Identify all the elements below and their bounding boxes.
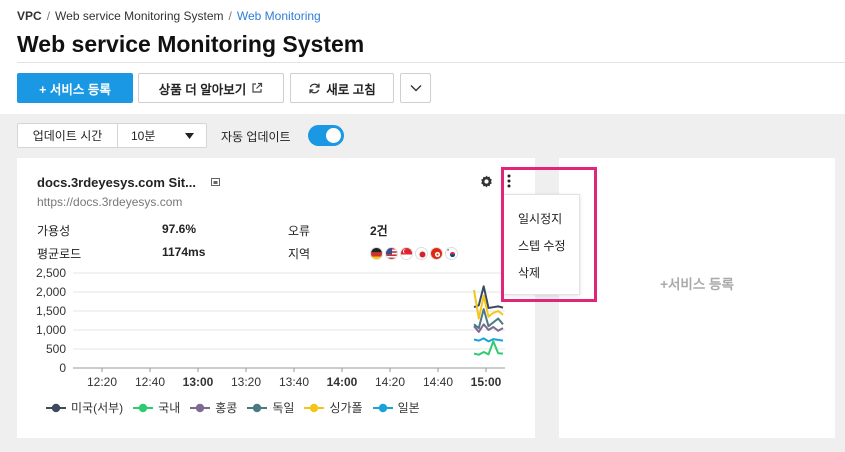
chart-legend: 미국(서부) 국내 홍콩 독일 싱가폴 일본 <box>46 399 430 416</box>
hong-kong-flag <box>430 247 443 260</box>
refresh-label: 새로 고침 <box>326 82 376 97</box>
y-tick-label: 500 <box>46 342 66 356</box>
x-tick-label: 13:00 <box>183 375 214 389</box>
learn-more-button[interactable]: 상품 더 알아보기 <box>138 73 284 103</box>
singapore-flag <box>400 247 413 260</box>
breadcrumb-current[interactable]: Web Monitoring <box>237 9 321 23</box>
response-time-chart: 0 500 1,000 1,500 2,000 2,500 12:20 12:40 13:00 1… <box>36 266 505 389</box>
divider <box>17 62 845 63</box>
external-link-icon <box>252 82 263 93</box>
card-url: https://docs.3rdeyesys.com <box>37 195 183 209</box>
auto-update-label: 자동 업데이트 <box>221 130 291 144</box>
x-tick-label: 12:40 <box>135 375 165 389</box>
legend-marker-icon <box>190 403 211 412</box>
legend-label: 홍콩 <box>215 401 238 415</box>
legend-item[interactable]: 미국(서부) <box>46 399 123 416</box>
region-flags <box>370 247 458 260</box>
series-line <box>473 340 504 356</box>
x-tick-label: 13:40 <box>279 375 309 389</box>
legend-item[interactable]: 일본 <box>372 399 420 416</box>
caret-down-icon <box>185 132 194 139</box>
auto-update-toggle[interactable] <box>308 125 344 146</box>
update-interval-select[interactable]: 10분 <box>118 124 206 147</box>
y-tick-label: 2,000 <box>36 285 66 299</box>
legend-marker-icon <box>133 403 154 412</box>
breadcrumb-separator: / <box>46 9 51 23</box>
x-tick-label: 14:00 <box>327 375 358 389</box>
legend-item[interactable]: 국내 <box>133 399 180 416</box>
y-tick-label: 1,500 <box>36 304 66 318</box>
breadcrumb-separator: / <box>228 9 232 23</box>
toggle-knob <box>326 128 341 143</box>
legend-marker-icon <box>46 403 66 412</box>
update-interval-label: 업데이트 시간 <box>18 124 118 147</box>
legend-label: 미국(서부) <box>71 401 124 415</box>
open-window-icon[interactable] <box>210 177 221 187</box>
y-tick-label: 0 <box>59 361 66 375</box>
legend-item[interactable]: 싱가폴 <box>304 399 363 416</box>
errors-value: 2건 <box>370 224 388 238</box>
legend-label: 일본 <box>397 401 420 415</box>
legend-item[interactable]: 독일 <box>247 399 294 416</box>
legend-marker-icon <box>247 403 268 412</box>
legend-label: 국내 <box>158 401 181 415</box>
series-line <box>473 337 504 343</box>
chevron-down-icon <box>410 85 421 92</box>
legend-label: 싱가폴 <box>329 401 363 415</box>
learn-more-label: 상품 더 알아보기 <box>158 82 247 97</box>
series-line <box>473 285 504 309</box>
avg-load-label: 평균로드 <box>37 247 82 261</box>
x-tick-label: 15:00 <box>471 375 502 389</box>
register-service-button[interactable]: + 서비스 등록 <box>17 73 133 103</box>
usa-flag <box>385 247 398 260</box>
x-tick-label: 12:20 <box>87 375 117 389</box>
region-label: 지역 <box>288 247 311 261</box>
legend-label: 독일 <box>272 401 295 415</box>
gear-icon[interactable] <box>480 175 493 188</box>
register-service-label: + 서비스 등록 <box>39 82 111 97</box>
x-tick-label: 14:20 <box>375 375 405 389</box>
more-actions-dropdown[interactable] <box>400 73 431 103</box>
breadcrumb-root[interactable]: VPC <box>17 9 42 23</box>
korea-flag <box>445 247 458 260</box>
card-title[interactable]: docs.3rdeyesys.com Sit... <box>37 175 196 190</box>
germany-flag <box>370 247 383 260</box>
japan-flag <box>415 247 428 260</box>
breadcrumb-parent[interactable]: Web service Monitoring System <box>55 9 224 23</box>
add-service-card[interactable]: +서비스 등록 <box>559 158 835 438</box>
update-interval-control: 업데이트 시간 10분 <box>17 123 207 148</box>
y-tick-label: 1,000 <box>36 323 66 337</box>
availability-value: 97.6% <box>162 222 197 236</box>
y-tick-label: 2,500 <box>36 266 66 280</box>
avg-load-value: 1174ms <box>162 245 206 259</box>
add-service-label: +서비스 등록 <box>660 277 734 292</box>
availability-label: 가용성 <box>37 224 71 238</box>
errors-label: 오류 <box>288 224 311 238</box>
page-title: Web service Monitoring System <box>17 31 365 57</box>
update-interval-value: 10분 <box>131 129 156 143</box>
breadcrumb: VPC / Web service Monitoring System / Web Mo… <box>17 9 321 23</box>
highlight-box <box>501 167 597 302</box>
x-tick-label: 13:20 <box>231 375 261 389</box>
refresh-icon <box>309 83 320 93</box>
legend-marker-icon <box>304 403 325 412</box>
x-tick-label: 14:40 <box>423 375 453 389</box>
refresh-button[interactable]: 새로 고침 <box>290 73 394 103</box>
legend-item[interactable]: 홍콩 <box>190 399 237 416</box>
legend-marker-icon <box>372 403 393 412</box>
